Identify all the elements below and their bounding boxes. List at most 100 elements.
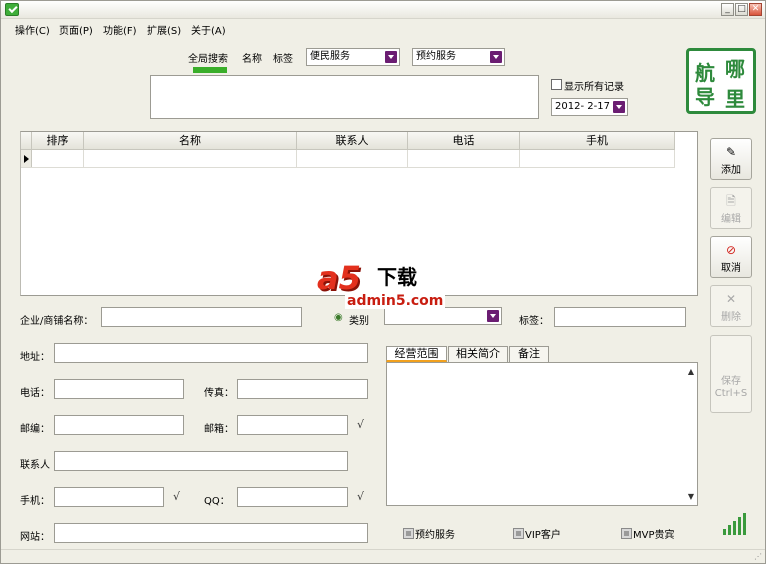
category-icon: ◉ xyxy=(334,312,343,323)
scroll-down-icon[interactable]: ▼ xyxy=(688,492,694,501)
logo-char: 里 xyxy=(725,87,745,111)
menu-page[interactable]: 页面(P) xyxy=(59,22,93,37)
cancel-button-label: 取消 xyxy=(721,263,741,274)
tags-field[interactable] xyxy=(554,307,686,327)
category-label: 类别 xyxy=(349,316,369,327)
phone-label: 电话： xyxy=(20,388,50,399)
add-button-label: 添加 xyxy=(721,165,741,176)
delete-icon: ✕ xyxy=(725,292,737,306)
category-filter-value: 便民服务 xyxy=(310,51,350,62)
status-bar: ⋰ xyxy=(1,549,765,563)
tags-label: 标签： xyxy=(519,316,549,327)
menu-about[interactable]: 关于(A) xyxy=(191,22,226,37)
phone-field[interactable] xyxy=(54,379,184,399)
edit-button-label: 编辑 xyxy=(721,214,741,225)
fax-label: 传真： xyxy=(204,388,234,399)
save-button[interactable]: 保存 Ctrl+S xyxy=(710,335,752,413)
company-name-label: 企业/商铺名称： xyxy=(20,316,94,327)
reservation-service-checkbox[interactable] xyxy=(403,528,414,539)
zip-field[interactable] xyxy=(54,415,184,435)
cancel-button[interactable]: ⊘ 取消 xyxy=(710,236,752,278)
signal-bar xyxy=(743,513,746,535)
tab-name[interactable]: 名称 xyxy=(242,50,262,65)
tab-tags[interactable]: 标签 xyxy=(273,50,293,65)
column-header-mobile[interactable]: 手机 xyxy=(520,132,675,150)
business-scope-textarea[interactable]: ▲ ▼ xyxy=(386,362,698,506)
table-row[interactable] xyxy=(21,150,675,168)
add-button[interactable]: ✎ 添加 xyxy=(710,138,752,180)
signal-bar xyxy=(723,529,726,535)
signal-bar xyxy=(728,525,731,535)
close-button[interactable]: ✕ xyxy=(749,3,762,16)
column-header-contact[interactable]: 联系人 xyxy=(297,132,408,150)
service-filter-value: 预约服务 xyxy=(416,51,456,62)
app-logo: 导 哪 航 里 xyxy=(686,48,756,114)
fax-field[interactable] xyxy=(237,379,368,399)
contact-field[interactable] xyxy=(54,451,348,471)
date-value: 2012- 2-17 xyxy=(555,101,610,112)
cancel-icon: ⊘ xyxy=(725,243,737,257)
save-button-label: 保存 Ctrl+S xyxy=(714,376,748,399)
watermark-url: admin5.com xyxy=(345,293,446,309)
mvp-guest-label: MVP贵宾 xyxy=(633,530,675,541)
logo-char: 哪 xyxy=(725,57,745,81)
email-label: 邮箱： xyxy=(204,424,234,435)
signal-bars-icon xyxy=(723,511,749,535)
edit-icon: 🗎 xyxy=(726,194,736,208)
grid-cell[interactable] xyxy=(297,150,408,168)
signal-bar xyxy=(733,521,736,535)
mvp-guest-checkbox[interactable] xyxy=(621,528,632,539)
signal-bar xyxy=(738,517,741,535)
watermark-text: 下载 xyxy=(377,265,417,289)
company-name-field[interactable] xyxy=(101,307,302,327)
menu-function[interactable]: 功能(F) xyxy=(103,22,137,37)
reservation-service-label: 预约服务 xyxy=(415,530,455,541)
grid-cell[interactable] xyxy=(408,150,520,168)
resize-grip-icon[interactable]: ⋰ xyxy=(754,552,762,561)
column-header-phone[interactable]: 电话 xyxy=(408,132,520,150)
menu-operate[interactable]: 操作(C) xyxy=(15,22,50,37)
delete-button-label: 删除 xyxy=(721,312,741,323)
date-picker[interactable]: 2012- 2-17 xyxy=(551,98,628,116)
vip-customer-checkbox[interactable] xyxy=(513,528,524,539)
service-filter-combo[interactable]: 预约服务 xyxy=(412,48,505,66)
chevron-down-icon xyxy=(385,51,397,63)
watermark-brand: a5 xyxy=(317,259,361,297)
show-all-checkbox[interactable] xyxy=(551,79,562,90)
active-tab-indicator xyxy=(193,67,227,73)
website-field[interactable] xyxy=(54,523,368,543)
menu-extend[interactable]: 扩展(S) xyxy=(147,22,181,37)
qq-field[interactable] xyxy=(237,487,348,507)
tab-remarks[interactable]: 备注 xyxy=(509,346,549,362)
mobile-field[interactable] xyxy=(54,487,164,507)
vip-customer-label: VIP客户 xyxy=(525,530,561,541)
tab-global-search[interactable]: 全局搜索 xyxy=(188,50,228,65)
grid-cell[interactable] xyxy=(520,150,675,168)
search-input[interactable] xyxy=(150,75,539,119)
tab-business-scope[interactable]: 经营范围 xyxy=(386,346,447,362)
email-field[interactable] xyxy=(237,415,348,435)
chevron-down-icon xyxy=(490,51,502,63)
address-field[interactable] xyxy=(54,343,368,363)
grid-cell[interactable] xyxy=(32,150,84,168)
maximize-button[interactable]: □ xyxy=(735,3,748,16)
tab-introduction[interactable]: 相关简介 xyxy=(448,346,508,362)
column-header-order[interactable]: 排序 xyxy=(32,132,84,150)
mobile-check-mark: √ xyxy=(173,490,181,503)
qq-label: QQ： xyxy=(204,496,230,507)
category-filter-combo[interactable]: 便民服务 xyxy=(306,48,400,66)
minimize-button[interactable]: _ xyxy=(721,3,734,16)
scroll-up-icon[interactable]: ▲ xyxy=(688,367,694,376)
chevron-down-icon xyxy=(613,101,625,113)
watermark-logo: a5 下载 admin5.com xyxy=(317,259,457,309)
delete-button[interactable]: ✕ 删除 xyxy=(710,285,752,327)
mobile-label: 手机： xyxy=(20,496,50,507)
grid-corner xyxy=(21,132,32,150)
zip-label: 邮编： xyxy=(20,424,50,435)
website-label: 网站： xyxy=(20,532,50,543)
qq-check-mark: √ xyxy=(357,490,365,503)
edit-button[interactable]: 🗎 编辑 xyxy=(710,187,752,229)
grid-cell[interactable] xyxy=(84,150,297,168)
category-select[interactable] xyxy=(384,307,502,325)
column-header-name[interactable]: 名称 xyxy=(84,132,297,150)
